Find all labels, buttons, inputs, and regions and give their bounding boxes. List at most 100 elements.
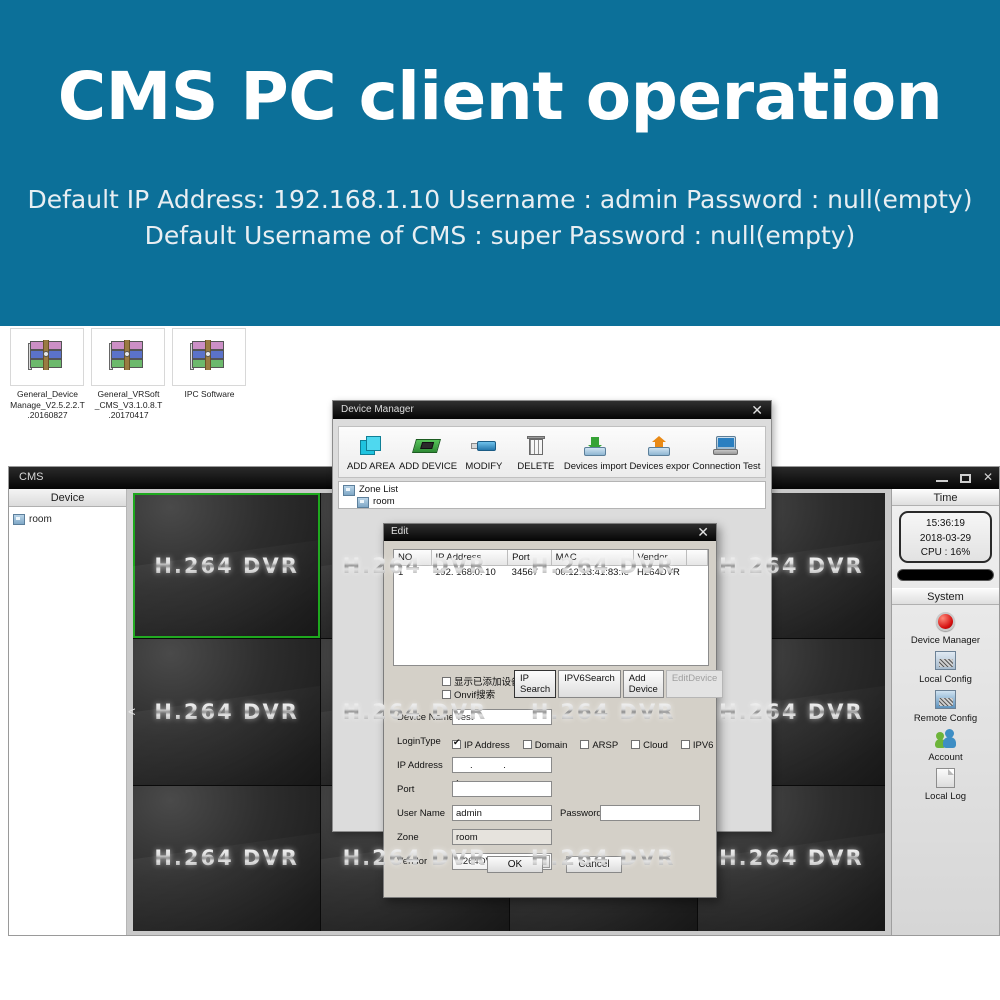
edit-dialog-title: Edit — [391, 526, 409, 537]
password-input[interactable] — [600, 805, 700, 821]
page-title: CMS PC client operation — [57, 58, 943, 135]
video-cell[interactable]: H.264 DVR — [133, 493, 321, 639]
zone-list-child-label: room — [373, 496, 395, 507]
zone-list-tree[interactable]: Zone List room — [338, 481, 766, 509]
toolbar-button-connection-test[interactable]: Connection Test — [690, 433, 761, 472]
winrar-archive-icon — [10, 328, 84, 386]
login-type-arsp-label: ARSP — [592, 740, 619, 751]
user-name-label: User Name — [397, 808, 446, 819]
winrar-archive-icon — [172, 328, 246, 386]
ip-address-input[interactable]: . . . — [452, 757, 552, 784]
zone-folder-icon — [357, 496, 369, 508]
login-type-domain-checkbox[interactable] — [522, 740, 532, 749]
system-panel: Time 15:36:19 2018-03-29 CPU : 16% Syste… — [891, 489, 999, 935]
toolbar-button-add-device[interactable]: ADD DEVICE — [397, 433, 458, 472]
zone-list-root-label: Zone List — [359, 484, 399, 495]
login-type-ipv6-label: IPV6 — [692, 740, 714, 751]
onvif-search-checkbox[interactable] — [442, 690, 451, 699]
sidebar-item-local-config[interactable]: Local Config — [892, 651, 999, 685]
zone-list-root[interactable]: Zone List — [343, 484, 761, 496]
sidebar-item-remote-config[interactable]: Remote Config — [892, 690, 999, 724]
toolbar-button-add-area[interactable]: ADD AREA — [345, 433, 397, 472]
sidebar-item-local-log[interactable]: Local Log — [892, 768, 999, 802]
tree-item-label: room — [29, 514, 52, 525]
zone-list-child-room[interactable]: room — [343, 496, 761, 508]
port-input[interactable] — [452, 781, 552, 797]
desktop-icon-label: General_Device Manage_V2.5.2.2.T.2016082… — [10, 389, 85, 421]
device-manager-toolbar: ADD AREA ADD DEVICE MODIFY DELETE Device… — [338, 426, 766, 478]
login-type-ip-address-label: IP Address — [464, 740, 510, 751]
users-icon — [934, 729, 957, 751]
password-label: Password — [560, 808, 602, 819]
edit-device-button[interactable]: EditDevice — [665, 670, 724, 698]
ipv6-search-button[interactable]: IPV6Search — [558, 670, 621, 698]
video-cell-label: H.264 DVR — [154, 846, 299, 871]
login-type-ip-address-checkbox[interactable] — [452, 737, 461, 749]
clock-date: 2018-03-29 — [919, 532, 972, 544]
desktop-icon-general-device-manage[interactable]: General_Device Manage_V2.5.2.2.T.2016082… — [10, 328, 85, 438]
sidebar-item-label: Local Log — [924, 791, 967, 802]
zone-folder-icon — [343, 484, 355, 496]
edit-dialog-titlebar[interactable]: Edit ✕ — [384, 524, 716, 541]
winrar-archive-icon — [91, 328, 165, 386]
video-cell[interactable]: H.264 DVR — [133, 639, 321, 785]
device-panel-header: Device — [9, 489, 126, 507]
video-cell-label: H.264 DVR — [154, 699, 299, 724]
close-icon[interactable]: ✕ — [697, 524, 709, 540]
port-label: Port — [397, 784, 415, 795]
connection-test-icon — [692, 433, 759, 459]
add-area-icon — [347, 433, 395, 459]
banner-subtitle-line1: Default IP Address: 192.168.1.10 Usernam… — [27, 185, 973, 215]
device-tree[interactable]: room — [9, 507, 126, 532]
toolbar-button-delete[interactable]: DELETE — [510, 433, 562, 472]
toolbar-button-devices-import[interactable]: Devices import — [562, 433, 628, 472]
sidebar-item-account[interactable]: Account — [892, 729, 999, 763]
tree-item-room[interactable]: room — [13, 513, 122, 526]
device-manager-title: Device Manager — [341, 404, 414, 415]
login-type-ipv6-checkbox[interactable] — [680, 740, 690, 749]
minimize-icon[interactable] — [935, 480, 948, 482]
devices-export-icon — [629, 433, 688, 459]
ip-search-button[interactable]: IP Search — [514, 670, 557, 698]
collapse-panel-arrow-icon[interactable]: < — [128, 704, 136, 719]
sidebar-item-device-manager[interactable]: Device Manager — [892, 612, 999, 646]
toolbar-button-devices-export[interactable]: Devices expor — [627, 433, 690, 472]
time-status-box: 15:36:19 2018-03-29 CPU : 16% — [899, 511, 992, 563]
toolbar-button-modify[interactable]: MODIFY — [458, 433, 510, 472]
toolbar-button-label: MODIFY — [465, 461, 503, 472]
clock-time: 15:36:19 — [926, 518, 965, 529]
device-panel: Device room — [9, 489, 127, 935]
remote-config-icon — [935, 690, 957, 712]
column-header-extra — [686, 550, 709, 566]
red-button-icon — [935, 612, 957, 634]
desktop-icons: General_Device Manage_V2.5.2.2.T.2016082… — [0, 328, 300, 438]
desktop-icon-ipc-software[interactable]: IPC Software — [172, 328, 247, 438]
video-cell-label: H.264 DVR — [154, 553, 299, 578]
document-icon — [935, 768, 957, 790]
close-icon[interactable]: ✕ — [751, 402, 763, 418]
sidebar-item-label: Remote Config — [913, 713, 978, 724]
video-cell[interactable]: H.264 DVR — [133, 785, 321, 931]
time-panel-header: Time — [892, 489, 999, 506]
zone-folder-icon — [13, 514, 25, 525]
login-type-arsp-checkbox[interactable] — [580, 740, 590, 749]
toolbar-button-label: Devices import — [563, 461, 627, 472]
sidebar-item-label: Account — [928, 752, 963, 763]
add-device-button[interactable]: Add Device — [622, 670, 664, 698]
trash-icon — [512, 433, 560, 459]
video-cell-label: H.264 DVR — [530, 553, 676, 578]
toolbar-button-label: Devices expor — [629, 461, 690, 472]
add-device-icon — [399, 433, 456, 459]
user-name-input[interactable]: admin — [452, 805, 552, 821]
login-type-cloud-checkbox[interactable] — [631, 740, 641, 749]
video-cell-label: H.264 DVR — [719, 553, 864, 578]
maximize-icon[interactable] — [959, 473, 971, 483]
sidebar-item-label: Local Config — [919, 674, 972, 685]
close-icon[interactable]: ✕ — [983, 470, 993, 484]
desktop-icon-general-vrsoft-cms[interactable]: General_VRSoft _CMS_V3.1.0.8.T .20170417 — [91, 328, 166, 438]
video-cell-label: H.264 DVR — [530, 699, 676, 724]
device-manager-titlebar[interactable]: Device Manager ✕ — [333, 401, 771, 419]
desktop-icon-label: IPC Software — [184, 389, 235, 399]
login-type-domain-label: Domain — [534, 740, 568, 751]
video-cell-label: H.264 DVR — [719, 846, 864, 871]
